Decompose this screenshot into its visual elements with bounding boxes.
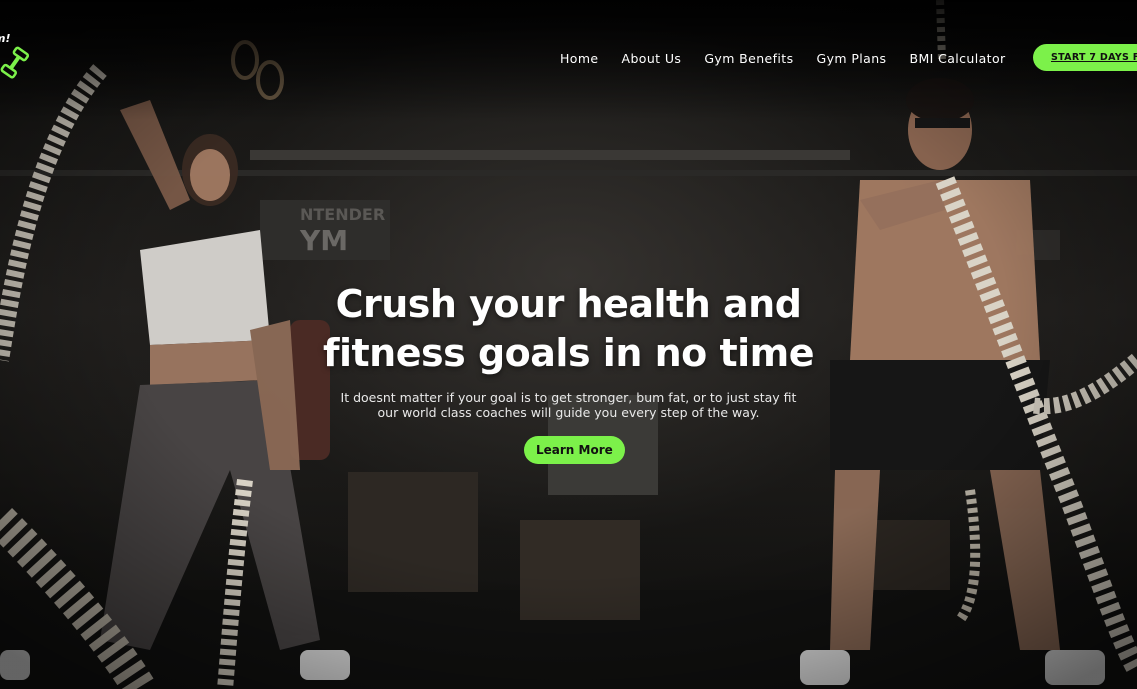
nav-about-us[interactable]: About Us [622, 51, 682, 66]
logo-text: m! [0, 32, 11, 45]
nav-home[interactable]: Home [560, 51, 599, 66]
hero-title-line-2: fitness goals in no time [322, 331, 815, 375]
nav-gym-plans[interactable]: Gym Plans [817, 51, 887, 66]
hero-title-line-1: Crush your health and [335, 282, 802, 326]
hero-subtitle-line-1: It doesnt matter if your goal is to get … [340, 390, 797, 405]
learn-more-button[interactable]: Learn More [524, 436, 625, 464]
brand-logo[interactable]: m! [0, 32, 34, 80]
hero-subtitle: It doesnt matter if your goal is to get … [0, 390, 1137, 420]
nav-bmi-calculator[interactable]: BMI Calculator [909, 51, 1005, 66]
landing-page: NTENDER YM [0, 0, 1137, 689]
start-trial-button[interactable]: START 7 DAYS FR [1033, 44, 1137, 71]
hero-title: Crush your health and fitness goals in n… [0, 280, 1137, 378]
hero-subtitle-line-2: our world class coaches will guide you e… [377, 405, 760, 420]
nav-gym-benefits[interactable]: Gym Benefits [704, 51, 793, 66]
main-nav: Home About Us Gym Benefits Gym Plans BMI… [560, 45, 1029, 71]
